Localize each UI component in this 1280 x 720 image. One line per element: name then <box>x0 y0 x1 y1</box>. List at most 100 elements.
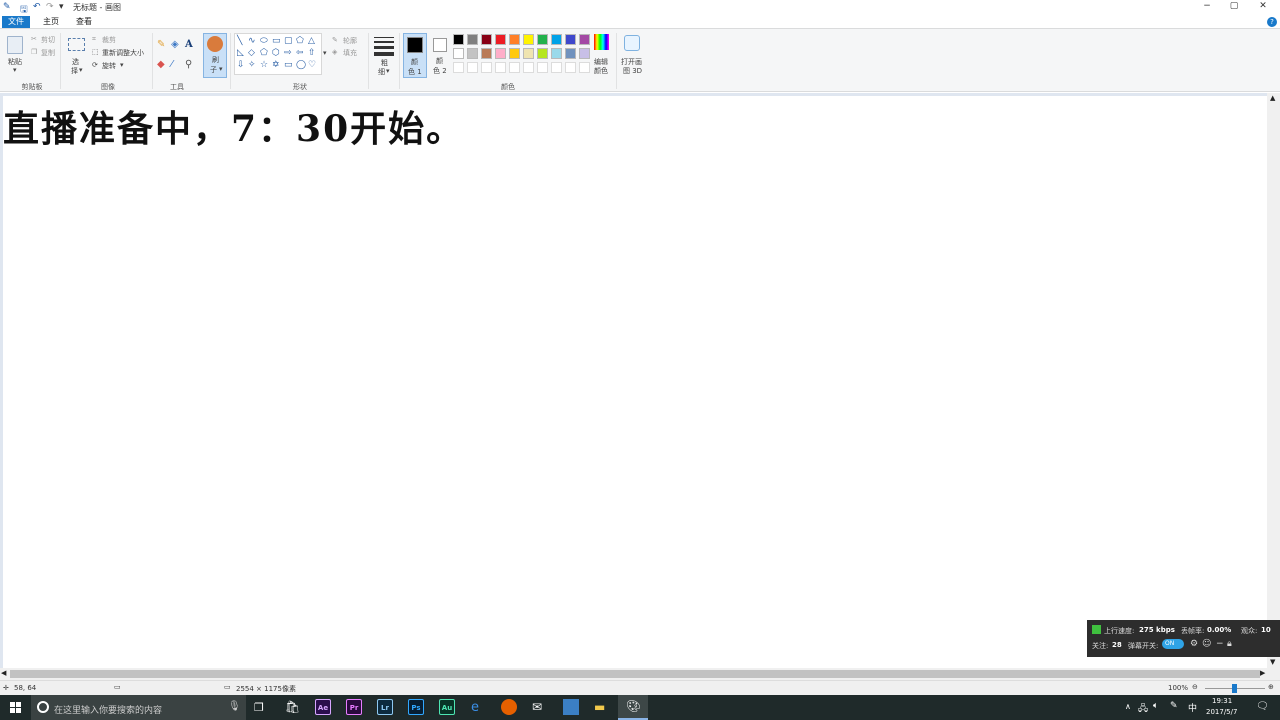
palette-swatch[interactable] <box>453 48 464 59</box>
four-point-star-shape-icon[interactable]: ✧ <box>248 60 256 70</box>
file-explorer-icon[interactable]: ▬ <box>594 700 605 714</box>
palette-swatch[interactable] <box>495 62 506 73</box>
edge-icon[interactable]: e <box>471 700 479 715</box>
taskbar-app-pr[interactable]: Pr <box>346 699 362 715</box>
hexagon-shape-icon[interactable]: ⬡ <box>272 48 280 58</box>
danmaku-toggle[interactable]: ON <box>1162 639 1184 649</box>
palette-swatch[interactable] <box>579 34 590 45</box>
mail-icon[interactable]: ✉ <box>532 700 542 714</box>
pencil-icon[interactable]: ✎ <box>157 40 165 50</box>
maximize-button[interactable]: ▢ <box>1227 1 1241 13</box>
network-icon[interactable]: 🖧︎ <box>1138 701 1148 717</box>
shapes-scroll-icon[interactable]: ▾ <box>323 49 327 57</box>
palette-swatch[interactable] <box>495 34 506 45</box>
horizontal-scroll-thumb[interactable] <box>10 670 1260 678</box>
action-center-icon[interactable]: 🗨︎ <box>1256 701 1269 712</box>
paint-taskbar-button[interactable]: 🎨︎ <box>618 695 648 720</box>
cut-icon[interactable]: ✂ <box>31 35 37 43</box>
task-view-icon[interactable]: ❐ <box>254 701 264 714</box>
palette-swatch[interactable] <box>579 62 590 73</box>
tab-home[interactable]: 主页 <box>37 16 65 28</box>
palette-swatch[interactable] <box>481 62 492 73</box>
scroll-up-icon[interactable]: ▲ <box>1270 94 1275 102</box>
palette-swatch[interactable] <box>467 62 478 73</box>
outline-icon[interactable]: ✎ <box>332 36 338 44</box>
minimize-button[interactable]: − <box>1200 1 1214 13</box>
six-point-star-shape-icon[interactable]: ✡ <box>272 60 280 70</box>
oval-shape-icon[interactable]: ⬭ <box>260 36 268 46</box>
zoom-in-icon[interactable]: ⊕ <box>1268 683 1274 691</box>
microphone-icon[interactable]: 🎙︎ <box>228 701 241 712</box>
rotate-icon[interactable]: ⟳ <box>92 61 98 69</box>
magnifier-icon[interactable]: ⚲ <box>185 60 192 70</box>
palette-swatch[interactable] <box>467 48 478 59</box>
drawing-canvas[interactable]: 直播准备中，7：30开始。 <box>3 96 1267 670</box>
triangle-shape-icon[interactable]: △ <box>308 36 315 46</box>
size-label-line2[interactable]: 细 <box>378 67 385 77</box>
copy-icon[interactable]: ❐ <box>31 48 37 56</box>
color-picker-icon[interactable]: ⁄ <box>171 60 173 70</box>
palette-swatch[interactable] <box>579 48 590 59</box>
fill-bucket-icon[interactable]: ◈ <box>171 40 179 50</box>
rectangle-shape-icon[interactable]: ▭ <box>272 36 281 46</box>
palette-swatch[interactable] <box>481 48 492 59</box>
palette-swatch[interactable] <box>565 62 576 73</box>
crop-icon[interactable]: ⌗ <box>92 35 96 44</box>
right-triangle-shape-icon[interactable]: ◺ <box>237 48 244 58</box>
palette-swatch[interactable] <box>523 62 534 73</box>
tab-file[interactable]: 文件 <box>2 16 30 28</box>
store-icon[interactable]: 🛍︎ <box>285 700 300 714</box>
palette-swatch[interactable] <box>467 34 478 45</box>
up-arrow-shape-icon[interactable]: ⇧ <box>308 48 316 58</box>
start-button[interactable] <box>10 702 21 713</box>
lock-icon[interactable]: 🔒︎ <box>1227 639 1232 649</box>
ime-indicator[interactable]: 中 <box>1188 701 1197 714</box>
rounded-rect-shape-icon[interactable]: ▢ <box>284 36 293 46</box>
chat-icon[interactable]: ☺ <box>1202 639 1211 649</box>
resize-button[interactable]: 重新调整大小 <box>102 48 144 58</box>
volume-icon[interactable]: 🔈︎ <box>1153 701 1158 711</box>
palette-swatch[interactable] <box>565 34 576 45</box>
palette-swatch[interactable] <box>453 62 464 73</box>
taskbar-app-ps[interactable]: Ps <box>408 699 424 715</box>
palette-swatch[interactable] <box>551 34 562 45</box>
minimize-overlay-icon[interactable]: − <box>1216 639 1224 649</box>
paint3d-icon[interactable] <box>624 35 640 51</box>
select-icon[interactable] <box>68 38 85 51</box>
select-dropdown-icon[interactable]: ▾ <box>79 66 83 74</box>
right-arrow-shape-icon[interactable]: ⇨ <box>284 48 292 58</box>
five-point-star-shape-icon[interactable]: ☆ <box>260 60 268 70</box>
scroll-right-icon[interactable]: ▶ <box>1260 669 1265 677</box>
horizontal-scrollbar[interactable]: ◀ ▶ <box>0 668 1280 680</box>
eraser-icon[interactable]: ◆ <box>157 60 165 70</box>
edit-colors-icon[interactable] <box>594 34 609 50</box>
palette-swatch[interactable] <box>537 62 548 73</box>
pen-icon[interactable]: ✎ <box>1170 701 1178 711</box>
select-button-line2[interactable]: 择 <box>71 66 78 76</box>
left-arrow-shape-icon[interactable]: ⇦ <box>296 48 304 58</box>
outline-button[interactable]: 轮廓 <box>343 36 357 46</box>
fill-icon[interactable]: ◈ <box>332 48 337 56</box>
diamond-shape-icon[interactable]: ◇ <box>248 48 255 58</box>
color1-button[interactable]: 颜 色 1 <box>403 33 427 78</box>
palette-swatch[interactable] <box>551 62 562 73</box>
palette-swatch[interactable] <box>523 34 534 45</box>
clock-date[interactable]: 2017/5/7 <box>1206 708 1237 716</box>
palette-swatch[interactable] <box>523 48 534 59</box>
scroll-down-icon[interactable]: ▼ <box>1270 658 1275 666</box>
palette-swatch[interactable] <box>537 34 548 45</box>
paste-icon[interactable] <box>7 36 23 54</box>
line-shape-icon[interactable]: ╲ <box>237 36 242 46</box>
zoom-slider-thumb[interactable] <box>1232 684 1237 693</box>
size-icon[interactable] <box>374 37 394 57</box>
palette-swatch[interactable] <box>495 48 506 59</box>
resize-icon[interactable]: ⬚ <box>92 48 99 56</box>
brushes-button[interactable]: 刷 子 ▾ <box>203 33 227 78</box>
rotate-button[interactable]: 旋转 <box>102 61 116 71</box>
callout-oval-shape-icon[interactable]: ◯ <box>296 60 306 70</box>
edit-colors-line2[interactable]: 颜色 <box>594 66 608 76</box>
palette-swatch[interactable] <box>551 48 562 59</box>
app-window-icon[interactable] <box>563 699 579 715</box>
scroll-left-icon[interactable]: ◀ <box>1 669 6 677</box>
heart-shape-icon[interactable]: ♡ <box>308 60 316 70</box>
